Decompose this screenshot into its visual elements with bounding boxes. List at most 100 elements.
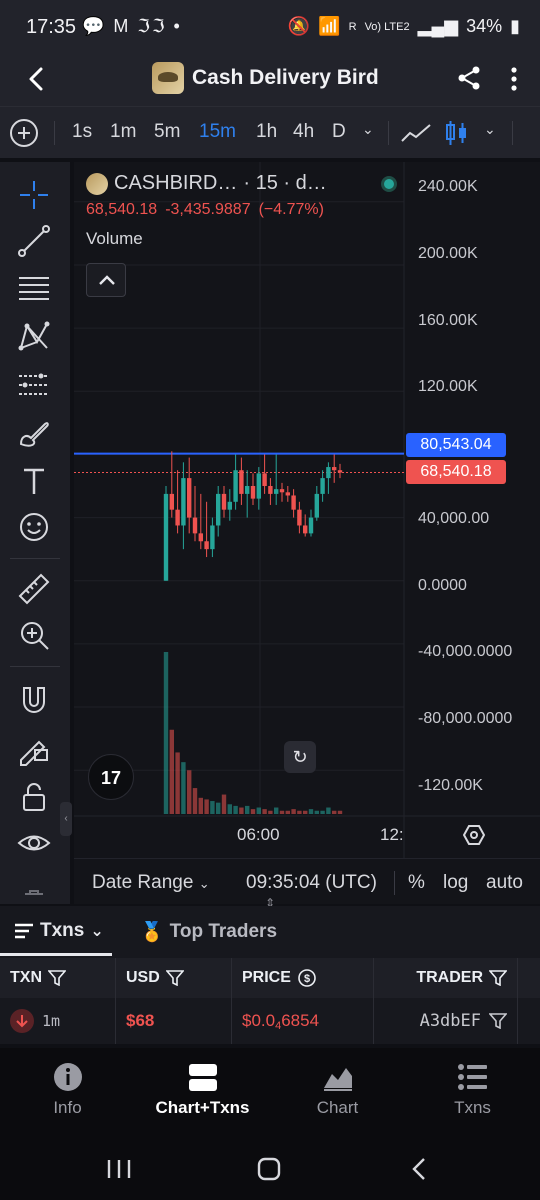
interval-d[interactable]: D: [332, 121, 346, 143]
interval-chevron-down-icon[interactable]: ⌄: [362, 121, 374, 138]
candle-body: [175, 509, 180, 526]
line-chart-icon[interactable]: [400, 121, 432, 145]
trend-line-icon[interactable]: [17, 224, 51, 258]
y-tick: 240.00K: [418, 178, 478, 195]
interval-1m[interactable]: 1m: [110, 121, 136, 143]
candle-body: [268, 486, 273, 494]
medal-icon: 🏅: [140, 922, 164, 943]
filter-icon[interactable]: [489, 1013, 507, 1029]
header-price-label: PRICE: [242, 969, 291, 986]
chart-type-chevron-down-icon[interactable]: ⌄: [484, 121, 496, 138]
lock-drawing-icon[interactable]: [17, 732, 51, 766]
volume-bar: [216, 802, 221, 814]
txn-trader[interactable]: A3dbEF: [374, 998, 518, 1044]
header-price[interactable]: PRICE $: [232, 958, 374, 998]
divider: [10, 666, 60, 667]
volume-bar: [233, 805, 238, 814]
magnet-icon[interactable]: [17, 684, 51, 718]
dollar-circle-icon: $: [298, 969, 316, 987]
y-tick: 200.00K: [418, 245, 478, 262]
auto-toggle[interactable]: auto: [486, 872, 523, 894]
text-tool-icon[interactable]: [17, 464, 51, 498]
nav-chart[interactable]: Chart: [270, 1048, 405, 1136]
candle-body: [256, 473, 261, 499]
prediction-icon[interactable]: [17, 368, 51, 402]
volume-bar: [326, 807, 331, 814]
battery-icon: ▮: [510, 16, 520, 36]
zoom-in-icon[interactable]: [17, 618, 51, 652]
candle-body: [274, 489, 279, 494]
volume-bar: [163, 652, 169, 814]
nav-chart-txns[interactable]: Chart+Txns: [135, 1048, 270, 1136]
add-symbol-icon[interactable]: [10, 119, 38, 147]
pattern-icon[interactable]: [17, 320, 51, 354]
date-range-button[interactable]: Date Range ⌄: [92, 872, 210, 894]
ruler-icon[interactable]: [17, 572, 51, 606]
volume-bar: [308, 809, 314, 814]
trash-icon[interactable]: [17, 890, 51, 904]
header-usd[interactable]: USD: [116, 958, 232, 998]
nav-info[interactable]: Info: [0, 1048, 135, 1136]
chart-settings-icon[interactable]: [463, 824, 485, 846]
interval-15m[interactable]: 15m: [199, 121, 236, 143]
collapse-legend-button[interactable]: [86, 263, 126, 297]
more-vert-icon[interactable]: [510, 64, 518, 94]
legend-symbol[interactable]: CASHBIRD…: [114, 172, 237, 195]
header-trader[interactable]: TRADER: [374, 958, 518, 998]
volume-bar: [250, 809, 256, 814]
txn-usd: $68: [116, 998, 232, 1044]
unlock-icon[interactable]: [17, 780, 51, 814]
date-range-label: Date Range: [92, 872, 194, 893]
brush-icon[interactable]: [17, 416, 51, 450]
table-row[interactable]: 1m $68 $0.0 4 6854 A3dbEF: [0, 998, 540, 1044]
roaming-label: R: [348, 20, 357, 33]
txn-age: 1m: [42, 1012, 61, 1030]
chart-txns-icon: [189, 1064, 217, 1091]
header-txn[interactable]: TXN: [0, 958, 116, 998]
y-tick: 0.0000: [418, 577, 467, 594]
utc-time[interactable]: 09:35:04 (UTC): [246, 872, 377, 894]
home-icon[interactable]: [254, 1156, 284, 1182]
recent-apps-icon[interactable]: [104, 1156, 134, 1182]
reset-chart-icon[interactable]: ↻: [284, 741, 316, 773]
emoji-icon[interactable]: [17, 510, 51, 544]
back-nav-icon[interactable]: [404, 1156, 434, 1182]
crosshair-icon[interactable]: [17, 178, 51, 212]
token-coin-icon: [86, 172, 108, 195]
tab-txns[interactable]: Txns ⌄: [14, 920, 104, 942]
legend-interval: · 15 · d…: [243, 172, 327, 194]
eye-icon[interactable]: [17, 826, 51, 860]
collapse-toolbar-chevron-icon[interactable]: ‹: [60, 802, 72, 836]
candle-body: [303, 525, 308, 534]
volume-bar: [181, 762, 186, 814]
tab-top-traders[interactable]: 🏅 Top Traders: [140, 920, 277, 944]
percent-toggle[interactable]: %: [408, 872, 425, 894]
battery-text: 34%: [466, 16, 503, 36]
candle-body: [216, 493, 221, 526]
log-toggle[interactable]: log: [443, 872, 468, 894]
fib-lines-icon[interactable]: [17, 272, 51, 306]
candle-body: [314, 493, 319, 518]
share-icon[interactable]: [456, 65, 482, 91]
interval-4h[interactable]: 4h: [293, 121, 314, 143]
interval-5m[interactable]: 5m: [154, 121, 180, 143]
candles-icon[interactable]: [444, 119, 470, 147]
back-arrow-icon[interactable]: [22, 64, 52, 94]
volume-bar: [175, 752, 180, 814]
chart-legend: CASHBIRD… · 15 · d… 68,540.18 -3,435.988…: [86, 172, 397, 249]
price-zero-count: 4: [275, 1020, 282, 1032]
nav-txns-label: Txns: [454, 1098, 491, 1117]
interval-1h[interactable]: 1h: [256, 121, 277, 143]
candle-body: [169, 493, 174, 510]
candle-body: [204, 541, 209, 550]
filter-icon: [165, 970, 184, 986]
divider: [54, 121, 55, 145]
divider: [394, 871, 395, 895]
candle-body: [297, 509, 302, 526]
nav-txns[interactable]: Txns: [405, 1048, 540, 1136]
y-tick: 160.00K: [418, 312, 478, 329]
candle-body: [320, 478, 325, 494]
tradingview-logo[interactable]: 17: [88, 754, 134, 800]
interval-1s[interactable]: 1s: [72, 121, 92, 143]
volume-bar: [303, 810, 308, 814]
